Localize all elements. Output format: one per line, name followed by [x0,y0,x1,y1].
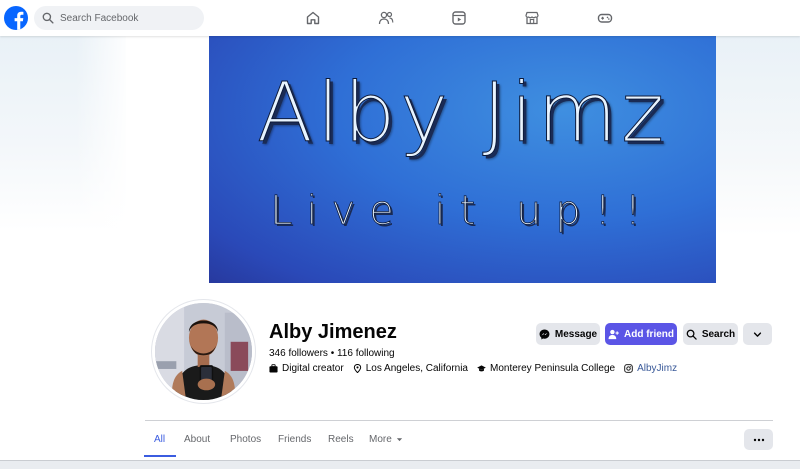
profile-info-row: Digital creator Los Angeles, California … [269,362,686,374]
tab-reels[interactable]: Reels [328,434,354,445]
friends-icon[interactable] [377,9,395,27]
tab-more[interactable]: More [369,434,403,445]
category-text: Digital creator [282,362,344,374]
add-person-icon [608,329,619,339]
home-icon[interactable] [304,9,322,27]
add-friend-label: Add friend [624,328,674,340]
follow-summary[interactable]: 346 followers • 116 following [269,348,395,359]
tab-all[interactable]: All [154,434,165,445]
search-bar[interactable] [34,6,204,30]
search-profile-button[interactable]: Search [683,323,738,345]
ellipsis-icon [753,438,764,441]
facebook-logo-icon[interactable] [4,6,28,30]
instagram-link[interactable]: AlbyJimz [637,363,677,374]
add-friend-button[interactable]: Add friend [605,323,677,345]
location-item: Los Angeles, California [353,363,468,374]
messenger-icon [539,329,550,339]
gaming-icon[interactable] [596,9,614,27]
tab-photos[interactable]: Photos [230,434,261,445]
active-tab-indicator [144,455,176,457]
tab-more-label: More [369,434,392,445]
search-label: Search [701,328,736,340]
profile-name: Alby Jimenez [269,321,397,343]
top-navigation-bar [0,0,800,36]
right-backdrop [715,36,800,236]
search-input[interactable] [60,12,200,24]
location-pin-icon [353,363,361,373]
left-backdrop [0,36,126,231]
education-item: Monterey Peninsula College [477,363,615,374]
video-icon[interactable] [450,9,468,27]
tabs-more-options-button[interactable] [744,429,773,450]
search-icon [686,329,697,340]
caret-down-icon [396,438,402,442]
taskbar-strip [0,460,800,469]
chevron-down-icon [753,331,762,337]
tabs-divider [145,420,773,421]
instagram-item[interactable]: AlbyJimz [624,363,677,374]
cover-tagline: Live it up!! [270,188,655,235]
cover-photo[interactable]: Alby Jimz Live it up!! [209,36,716,283]
graduation-cap-icon [477,364,486,371]
category-item: Digital creator [269,363,344,374]
more-actions-button[interactable] [743,323,772,345]
tab-friends[interactable]: Friends [278,434,311,445]
profile-picture [155,303,252,400]
message-button[interactable]: Message [536,323,600,345]
marketplace-icon[interactable] [523,9,541,27]
message-label: Message [554,328,598,340]
instagram-icon [624,363,633,373]
education-text: Monterey Peninsula College [490,362,616,374]
search-icon [42,12,54,24]
location-text: Los Angeles, California [365,362,468,374]
cover-title: Alby Jimz [256,66,669,162]
briefcase-icon [269,363,278,373]
tab-about[interactable]: About [184,434,210,445]
profile-avatar[interactable] [152,300,255,403]
